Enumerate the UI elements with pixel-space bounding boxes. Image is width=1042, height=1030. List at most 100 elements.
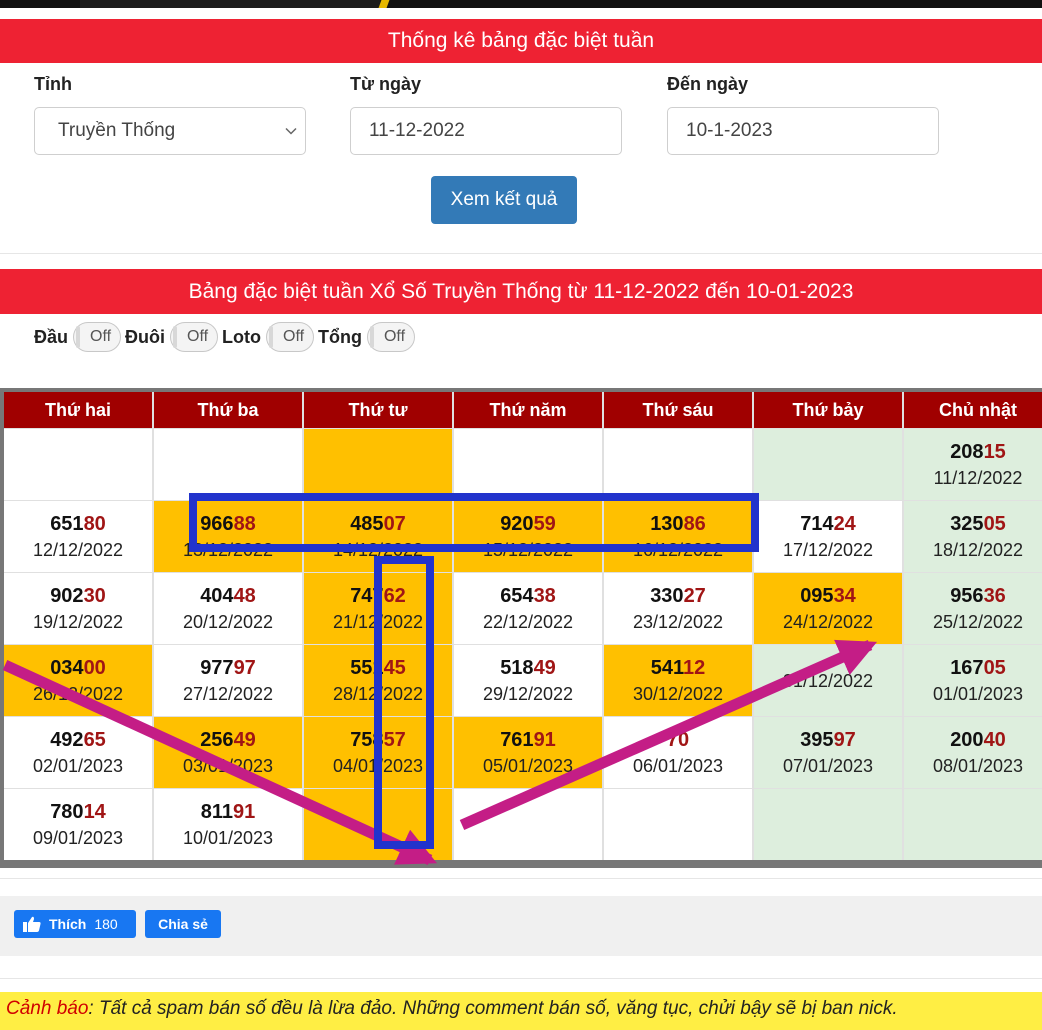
number-tail: 14 <box>83 800 106 823</box>
to-date-input[interactable]: 10-1-2023 <box>667 107 939 155</box>
draw-date: 10/01/2023 <box>182 827 274 848</box>
lottery-number: 25649 <box>200 727 256 753</box>
number-head: 130 <box>650 512 684 535</box>
draw-date: 07/01/2023 <box>782 755 874 776</box>
table-cell <box>604 429 752 500</box>
table-cell <box>304 429 452 500</box>
draw-date: 20/12/2022 <box>182 611 274 632</box>
draw-date: 06/01/2023 <box>632 755 724 776</box>
toggle-switch[interactable]: Off <box>170 322 219 352</box>
lottery-number: 40448 <box>200 583 256 609</box>
lottery-number: 81191 <box>201 799 256 825</box>
table-cell: 55145 28/12/2022 <box>304 645 452 716</box>
number-tail: 59 <box>533 512 556 535</box>
lottery-number: 78014 <box>50 799 106 825</box>
table-cell: 96688 13/12/2022 <box>154 501 302 572</box>
table-cell: 31/12/2022 <box>754 645 902 716</box>
lottery-number: 39597 <box>800 727 856 753</box>
day-header: Thứ sáu <box>604 392 752 428</box>
number-head: 167 <box>950 656 984 679</box>
toggle-label: Tổng <box>318 326 362 347</box>
lottery-number: 33027 <box>650 583 706 609</box>
province-label: Tỉnh <box>34 74 72 94</box>
lottery-number: 32505 <box>950 511 1006 537</box>
site-logo[interactable] <box>80 0 380 8</box>
table-cell: 32505 18/12/2022 <box>904 501 1042 572</box>
lottery-number: 92059 <box>500 511 556 537</box>
draw-date: 01/01/2023 <box>932 683 1024 704</box>
number-head: 761 <box>500 728 534 751</box>
table-cell: 81191 10/01/2023 <box>154 789 302 860</box>
number-head: 034 <box>50 656 84 679</box>
lottery-number: 95636 <box>950 583 1006 609</box>
results-table: Thứ hai Thứ ba Thứ tư Thứ năm Thứ sáu Thứ bảy… <box>0 388 1042 868</box>
number-tail: 40 <box>983 728 1006 751</box>
toggle-knob <box>369 326 374 348</box>
number-tail: 62 <box>383 584 406 607</box>
number-head: 780 <box>50 800 84 823</box>
draw-date: 16/12/2022 <box>632 539 724 560</box>
table-cell: 90230 19/12/2022 <box>4 573 152 644</box>
from-date-value: 11-12-2022 <box>369 120 465 141</box>
lottery-number: 13086 <box>650 511 706 537</box>
draw-date: 14/12/2022 <box>332 539 424 560</box>
from-date-label: Từ ngày <box>350 74 422 94</box>
view-results-button[interactable]: Xem kết quả <box>431 176 577 224</box>
draw-date: 30/12/2022 <box>632 683 724 704</box>
draw-date: 18/12/2022 <box>932 539 1024 560</box>
table-cell: 54112 30/12/2022 <box>604 645 752 716</box>
divider <box>0 253 1042 254</box>
draw-date: 08/01/2023 <box>932 755 1024 776</box>
number-head: 095 <box>800 584 834 607</box>
facebook-like-button[interactable]: Thích 180 <box>14 910 136 938</box>
number-tail: 88 <box>233 512 256 535</box>
province-select-value: Truyền Thống <box>58 120 176 141</box>
day-header: Thứ năm <box>454 392 602 428</box>
table-cell: 65180 12/12/2022 <box>4 501 152 572</box>
results-grid: Thứ hai Thứ ba Thứ tư Thứ năm Thứ sáu Thứ bảy… <box>4 392 1042 860</box>
number-tail: 30 <box>83 584 106 607</box>
lottery-number: 90230 <box>50 583 106 609</box>
number-head: 654 <box>500 584 534 607</box>
draw-date: 25/12/2022 <box>932 611 1024 632</box>
table-cell: 40448 20/12/2022 <box>154 573 302 644</box>
lottery-number: 20040 <box>950 727 1006 753</box>
toggle-state: Off <box>187 328 209 345</box>
chevron-down-icon <box>285 127 297 135</box>
toggle-switch[interactable]: Off <box>366 322 415 352</box>
facebook-share-button[interactable]: Chia sẻ <box>145 910 221 938</box>
like-count: 180 <box>94 916 118 932</box>
lottery-number: 48507 <box>350 511 406 537</box>
spam-warning: Cảnh báo: Tất cả spam bán số đều là lừa … <box>0 992 1042 1030</box>
draw-date: 05/01/2023 <box>482 755 574 776</box>
draw-date: 17/12/2022 <box>782 539 874 560</box>
lottery-number: 70 <box>667 727 689 753</box>
toggle-switch[interactable]: Off <box>266 322 314 352</box>
draw-date: 22/12/2022 <box>482 611 574 632</box>
draw-date: 15/12/2022 <box>482 539 574 560</box>
number-tail: 15 <box>983 440 1006 463</box>
lottery-number: 75857 <box>350 727 406 753</box>
number-head: 758 <box>350 728 384 751</box>
thumbs-up-icon <box>23 916 41 932</box>
divider <box>0 978 1042 979</box>
number-head: 747 <box>350 584 384 607</box>
draw-date: 19/12/2022 <box>32 611 124 632</box>
province-select[interactable]: Truyền Thống <box>34 107 306 155</box>
toggle-label: Đuôi <box>125 326 166 347</box>
from-date-input[interactable]: 11-12-2022 <box>350 107 622 155</box>
draw-date: 12/12/2022 <box>32 539 124 560</box>
to-date-label: Đến ngày <box>667 74 749 94</box>
number-head: 956 <box>950 584 984 607</box>
day-header: Thứ ba <box>154 392 302 428</box>
toggle-switch[interactable]: Off <box>73 322 122 352</box>
number-head: 902 <box>50 584 84 607</box>
table-cell <box>454 429 602 500</box>
warning-lead: Cảnh báo <box>6 998 89 1019</box>
number-tail: 05 <box>983 512 1006 535</box>
table-cell: 39597 07/01/2023 <box>754 717 902 788</box>
number-head: 651 <box>50 512 84 535</box>
toggle-label: Loto <box>222 326 261 347</box>
divider <box>0 878 1042 879</box>
lottery-number: 20815 <box>950 439 1006 465</box>
